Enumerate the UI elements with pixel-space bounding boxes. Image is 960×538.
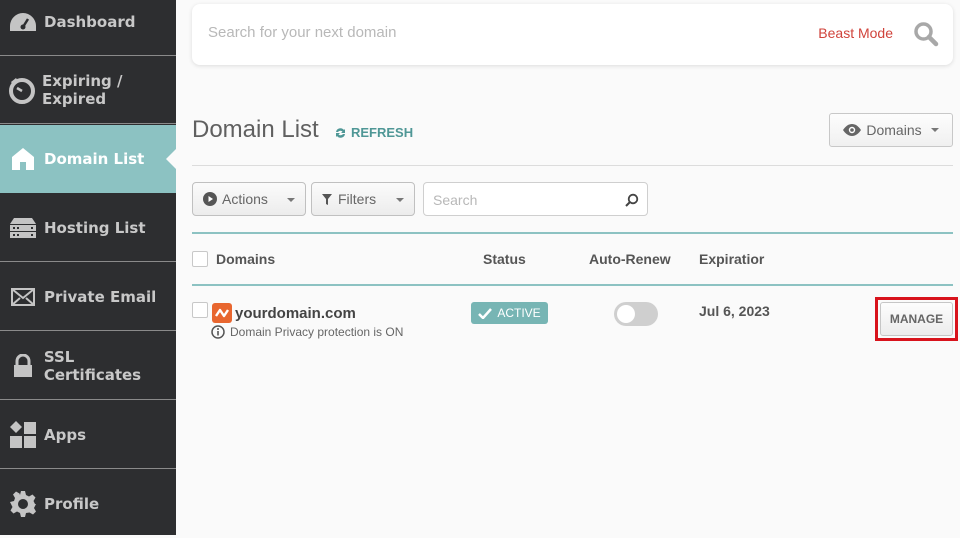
beast-mode-link[interactable]: Beast Mode <box>818 25 893 41</box>
sidebar-item-label: Private Email <box>44 287 157 306</box>
expiration-date: Jul 6, 2023 <box>699 303 770 319</box>
server-icon <box>8 213 38 243</box>
chevron-down-icon <box>396 198 404 202</box>
stopwatch-icon <box>8 75 36 105</box>
sidebar-item-ssl-certificates[interactable]: SSL Certificates <box>0 332 176 400</box>
status-badge: ACTIVE <box>471 302 548 324</box>
sidebar-item-private-email[interactable]: Private Email <box>0 263 176 331</box>
sidebar-item-apps[interactable]: Apps <box>0 401 176 469</box>
column-header-domains[interactable]: Domains <box>216 251 275 267</box>
lock-icon <box>8 351 38 381</box>
refresh-label: REFRESH <box>351 125 414 140</box>
namecheap-logo-icon <box>212 303 232 323</box>
table-header-top-border <box>192 232 953 234</box>
search-icon[interactable] <box>913 21 939 51</box>
sidebar-item-label: Expiring / Expired <box>42 71 123 108</box>
sidebar-item-label: Apps <box>44 425 87 444</box>
sidebar-item-label: Domain List <box>44 149 145 168</box>
column-header-status[interactable]: Status <box>483 251 526 267</box>
actions-dropdown[interactable]: Actions <box>192 182 306 216</box>
sidebar-item-label: Hosting List <box>44 218 146 237</box>
sidebar: Dashboard Expiring / Expired Domain List… <box>0 0 176 535</box>
gear-icon <box>8 489 38 519</box>
sidebar-item-domain-list[interactable]: Domain List <box>0 125 176 193</box>
play-circle-icon <box>203 192 217 206</box>
actions-label: Actions <box>222 191 268 207</box>
chevron-down-icon <box>287 198 295 202</box>
home-icon <box>8 144 38 174</box>
domain-search-input[interactable]: Search for your next domain <box>208 24 396 41</box>
dashboard-gauge-icon <box>8 7 38 37</box>
page-title: Domain List <box>192 116 319 143</box>
column-header-auto-renew[interactable]: Auto-Renew <box>589 251 671 267</box>
manage-button[interactable]: MANAGE <box>880 302 953 336</box>
auto-renew-toggle[interactable] <box>614 302 658 326</box>
toggle-knob <box>617 305 635 323</box>
sidebar-item-expiring[interactable]: Expiring / Expired <box>0 56 176 124</box>
status-text: ACTIVE <box>497 306 541 320</box>
eye-icon <box>843 124 862 136</box>
envelope-icon <box>8 282 38 312</box>
privacy-note-text: Domain Privacy protection is ON <box>230 325 404 339</box>
column-header-expiration[interactable]: Expiratior <box>699 251 764 267</box>
info-icon <box>211 325 225 339</box>
checkmark-icon <box>478 307 493 319</box>
refresh-icon <box>336 127 345 138</box>
privacy-note: Domain Privacy protection is ON <box>211 325 403 339</box>
list-search-input[interactable]: Search <box>423 182 648 216</box>
row-checkbox[interactable] <box>192 302 208 318</box>
filters-dropdown[interactable]: Filters <box>311 182 415 216</box>
sidebar-item-dashboard[interactable]: Dashboard <box>0 0 176 56</box>
sidebar-item-label: SSL Certificates <box>43 347 142 384</box>
list-search-placeholder: Search <box>433 192 478 208</box>
select-all-checkbox[interactable] <box>192 251 208 267</box>
domain-name-link[interactable]: yourdomain.com <box>235 305 356 322</box>
refresh-button[interactable]: REFRESH <box>334 125 413 140</box>
table-header-bottom-border <box>192 284 953 286</box>
sidebar-item-label: Profile <box>44 495 100 513</box>
divider <box>192 165 953 166</box>
view-dropdown[interactable]: Domains <box>829 113 953 147</box>
filter-icon <box>322 193 332 205</box>
view-dropdown-label: Domains <box>866 122 922 138</box>
chevron-down-icon <box>930 128 939 132</box>
filters-label: Filters <box>338 191 377 207</box>
sidebar-item-profile[interactable]: Profile <box>0 470 176 538</box>
sidebar-item-hosting-list[interactable]: Hosting List <box>0 194 176 262</box>
sidebar-item-label: Dashboard <box>44 12 136 31</box>
domain-search-bar[interactable]: Search for your next domain Beast Mode <box>192 4 953 65</box>
main-content: Search for your next domain Beast Mode D… <box>176 0 960 535</box>
apps-grid-icon <box>8 420 38 450</box>
search-icon[interactable] <box>625 192 639 211</box>
